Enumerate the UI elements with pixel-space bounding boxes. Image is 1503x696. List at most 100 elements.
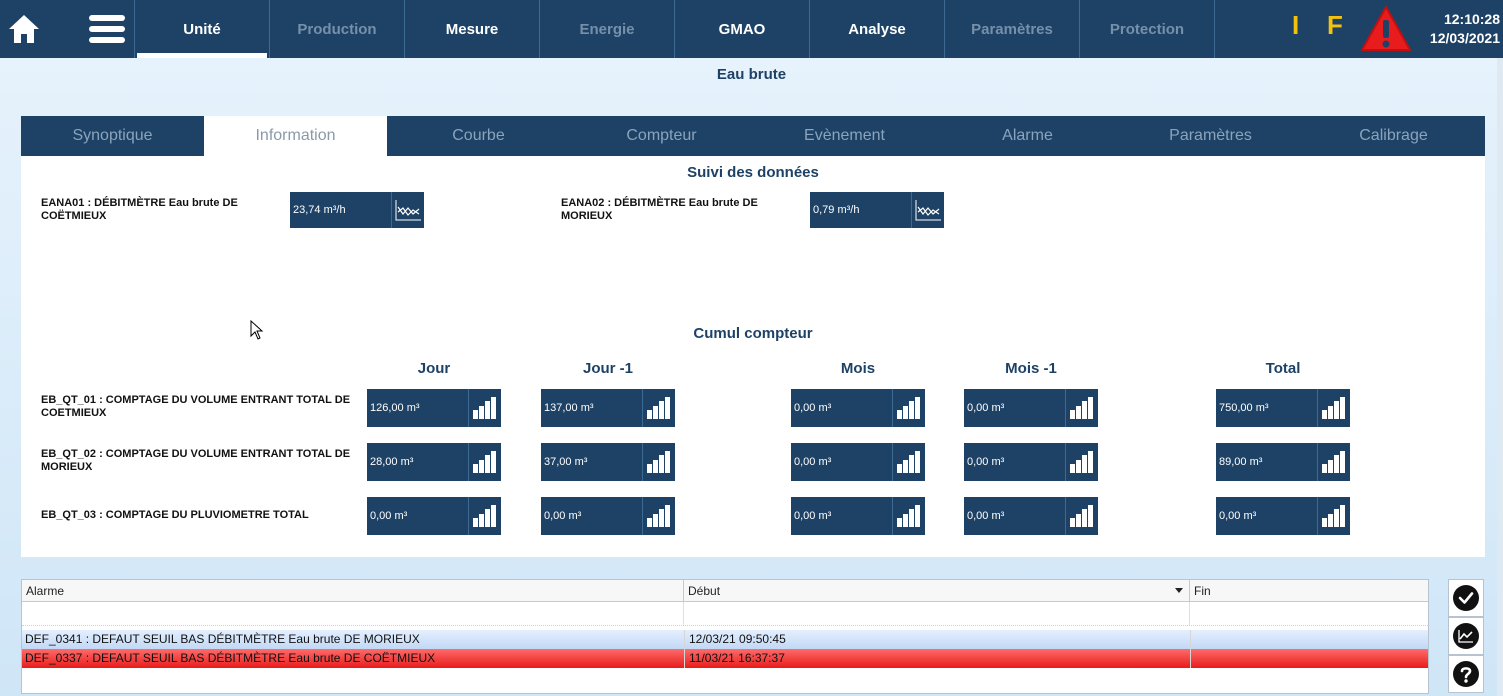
sensor-value-eana02[interactable]: 0,79 m³/h [810, 192, 944, 228]
cumul-title: Cumul compteur [693, 325, 813, 342]
tab-synoptique[interactable]: Synoptique [21, 116, 204, 156]
nav-tab-label: GMAO [718, 20, 766, 38]
flag-f-indicator[interactable]: F [1327, 10, 1343, 41]
column-header-total: Total [1265, 360, 1301, 377]
counter-value-box[interactable]: 0,00 m³ [1216, 497, 1350, 535]
bar-chart-icon[interactable] [1065, 443, 1098, 481]
nav-tab-label: Energie [579, 20, 635, 38]
bar-chart-icon[interactable] [892, 497, 925, 535]
sensor-value-eana01[interactable]: 23,74 m³/h [290, 192, 424, 228]
bar-chart-icon[interactable] [1065, 497, 1098, 535]
alarm-end [1190, 649, 1428, 668]
tab-calibrage[interactable]: Calibrage [1302, 116, 1485, 156]
alarm-filter-row[interactable] [22, 602, 1428, 626]
tab-information[interactable]: Information [204, 116, 387, 156]
bar-chart-icon[interactable] [468, 389, 501, 427]
counter-value-box[interactable]: 0,00 m³ [964, 443, 1098, 481]
alarm-row[interactable]: DEF_0341 : DEFAUT SEUIL BAS DÉBITMÈTRE E… [22, 630, 1428, 649]
alarm-trend-button[interactable] [1448, 617, 1484, 655]
column-header-alarme[interactable]: Alarme [22, 580, 684, 601]
nav-tab-label: Production [297, 20, 377, 38]
counter-value: 0,00 m³ [544, 510, 582, 522]
alarm-row[interactable]: DEF_0337 : DEFAUT SEUIL BAS DÉBITMÈTRE E… [22, 649, 1428, 668]
bar-chart-icon[interactable] [468, 443, 501, 481]
alarm-side-buttons [1448, 579, 1486, 693]
clock-time: 12:10:28 [1443, 11, 1500, 27]
alarm-start: 11/03/21 16:37:37 [684, 649, 1190, 668]
counter-value: 137,00 m³ [544, 402, 594, 414]
counter-value: 0,00 m³ [370, 510, 408, 522]
bar-chart-icon[interactable] [1065, 389, 1098, 427]
sub-tabs: Synoptique Information Courbe Compteur E… [21, 116, 1485, 156]
trend-chart-icon[interactable] [911, 192, 944, 228]
nav-tab-mesure[interactable]: Mesure [404, 0, 539, 58]
counter-value-box[interactable]: 0,00 m³ [791, 389, 925, 427]
mouse-cursor-icon [250, 320, 264, 340]
counter-value-box[interactable]: 0,00 m³ [964, 497, 1098, 535]
counter-value: 37,00 m³ [544, 456, 588, 468]
column-header-jour: Jour [417, 360, 451, 377]
home-button[interactable] [0, 0, 48, 58]
counter-row-label: EB_QT_03 : COMPTAGE DU PLUVIOMETRE TOTAL [41, 509, 309, 521]
alarm-warning-icon[interactable] [1360, 5, 1412, 53]
tab-courbe[interactable]: Courbe [387, 116, 570, 156]
bar-chart-icon[interactable] [468, 497, 501, 535]
trend-chart-icon[interactable] [391, 192, 424, 228]
column-header-debut[interactable]: Début [684, 580, 1190, 601]
bar-chart-icon[interactable] [892, 389, 925, 427]
tab-compteur[interactable]: Compteur [570, 116, 753, 156]
bar-chart-icon[interactable] [1317, 443, 1350, 481]
nav-tab-parametres[interactable]: Paramètres [944, 0, 1079, 58]
flag-i-indicator[interactable]: I [1292, 10, 1299, 41]
menu-button[interactable] [80, 0, 134, 58]
bar-chart-icon[interactable] [1317, 497, 1350, 535]
counter-value-box[interactable]: 0,00 m³ [964, 389, 1098, 427]
sort-down-icon[interactable] [1175, 588, 1183, 593]
alarm-message: DEF_0337 : DEFAUT SEUIL BAS DÉBITMÈTRE E… [25, 651, 436, 665]
counter-value: 0,00 m³ [794, 510, 832, 522]
counter-value-box[interactable]: 28,00 m³ [367, 443, 501, 481]
nav-tab-unite[interactable]: Unité [134, 0, 269, 58]
bar-chart-icon[interactable] [1317, 389, 1350, 427]
counter-value-box[interactable]: 750,00 m³ [1216, 389, 1350, 427]
trend-chart-icon [1453, 623, 1479, 649]
counter-value-box[interactable]: 137,00 m³ [541, 389, 675, 427]
counter-value-box[interactable]: 0,00 m³ [791, 443, 925, 481]
nav-tab-production[interactable]: Production [269, 0, 404, 58]
counter-value-box[interactable]: 89,00 m³ [1216, 443, 1350, 481]
column-header-fin[interactable]: Fin [1190, 580, 1428, 601]
page-scrollbar[interactable] [1497, 58, 1503, 696]
top-bar: Unité Production Mesure Energie GMAO Ana… [0, 0, 1503, 58]
alarm-table-header: Alarme Début Fin [22, 580, 1428, 602]
sensor-label-eana02: EANA02 : DÉBITMÈTRE Eau brute DE MORIEUX [561, 197, 758, 222]
sensor-value: 23,74 m³/h [293, 204, 346, 216]
nav-divider [1214, 0, 1215, 58]
bar-chart-icon[interactable] [642, 389, 675, 427]
counter-value: 126,00 m³ [370, 402, 420, 414]
tab-alarme[interactable]: Alarme [936, 116, 1119, 156]
nav-tab-label: Analyse [848, 20, 906, 38]
counter-value-box[interactable]: 37,00 m³ [541, 443, 675, 481]
counter-value-box[interactable]: 126,00 m³ [367, 389, 501, 427]
nav-tab-energie[interactable]: Energie [539, 0, 674, 58]
tab-evenement[interactable]: Evènement [753, 116, 936, 156]
counter-value-box[interactable]: 0,00 m³ [367, 497, 501, 535]
counter-value: 0,00 m³ [794, 402, 832, 414]
acknowledge-check-icon [1453, 585, 1479, 611]
nav-tab-label: Protection [1109, 20, 1185, 38]
nav-tab-analyse[interactable]: Analyse [809, 0, 944, 58]
nav-tab-protection[interactable]: Protection [1079, 0, 1214, 58]
alarm-end [1190, 630, 1428, 649]
counter-value-box[interactable]: 0,00 m³ [541, 497, 675, 535]
bar-chart-icon[interactable] [892, 443, 925, 481]
bar-chart-icon[interactable] [642, 443, 675, 481]
tab-parametres[interactable]: Paramètres [1119, 116, 1302, 156]
nav-tab-gmao[interactable]: GMAO [674, 0, 809, 58]
help-button[interactable] [1448, 655, 1484, 693]
clock: 12:10:28 12/03/2021 [1418, 10, 1500, 48]
home-icon [9, 15, 39, 43]
information-panel: Suivi des données EANA01 : DÉBITMÈTRE Ea… [21, 156, 1485, 557]
counter-value-box[interactable]: 0,00 m³ [791, 497, 925, 535]
acknowledge-button[interactable] [1448, 579, 1484, 617]
bar-chart-icon[interactable] [642, 497, 675, 535]
